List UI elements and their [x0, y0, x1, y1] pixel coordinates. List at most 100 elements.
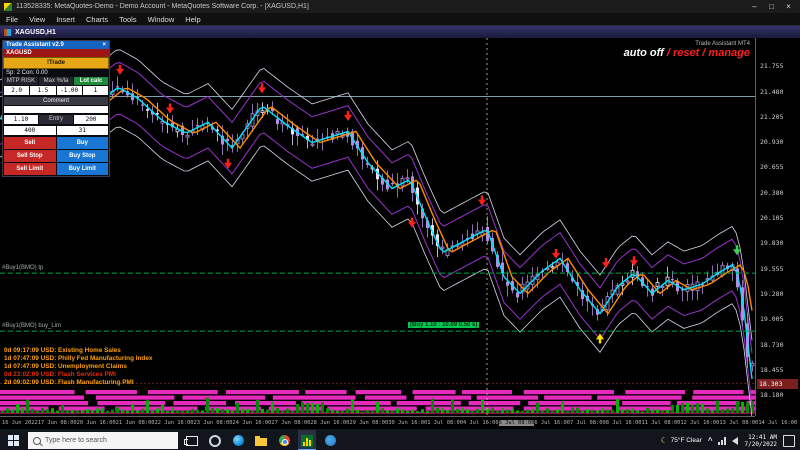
panel-close-icon[interactable]: ×: [102, 42, 106, 48]
maximize-button[interactable]: □: [764, 1, 779, 12]
menu-item-tools[interactable]: Tools: [119, 15, 137, 24]
price-scale-label: 19.005: [760, 315, 783, 323]
time-scale-label: 20 Jun 16:00: [77, 420, 116, 426]
sell-stop-button[interactable]: Sell Stop: [4, 150, 56, 162]
price-scale[interactable]: 21.75521.48021.20520.93020.65520.38020.1…: [755, 38, 800, 416]
stop-loss-field[interactable]: 1.10: [4, 115, 38, 124]
reset-manage-buttons[interactable]: / reset / manage: [664, 47, 750, 59]
menu-item-insert[interactable]: Insert: [56, 15, 75, 24]
time-scale-label: 4 Jul 16:00: [463, 420, 499, 426]
window-titlebar: 113528335: MetaQuotes-Demo - Demo Accoun…: [0, 0, 800, 13]
menu-item-window[interactable]: Window: [148, 15, 175, 24]
time-scale-label: 27 Jun 08:00: [271, 420, 310, 426]
trade-assistant-panel: Trade Assistant v2.9 × XAGUSD !Trade Sp:…: [2, 40, 110, 177]
price-scale-label: 20.380: [760, 189, 783, 197]
lot-calc-button[interactable]: Lot calc: [74, 77, 108, 85]
time-scale-label: 6 Jul 16:00: [534, 420, 570, 426]
buy-limit-button[interactable]: Buy Limit: [57, 163, 109, 175]
comment-label: Comment: [4, 97, 108, 105]
mt4-app-icon: [4, 3, 12, 11]
window-title: 113528335: MetaQuotes-Demo - Demo Accoun…: [16, 3, 743, 10]
risk-input-1[interactable]: 1.5: [30, 86, 55, 95]
time-scale-label: 1 Jul 08:00: [427, 420, 463, 426]
price-scale-label: 21.755: [760, 62, 783, 70]
price-scale-label: 19.830: [760, 239, 783, 247]
notification-center-icon[interactable]: [783, 435, 795, 447]
time-scale-label: 22 Jun 16:00: [155, 420, 194, 426]
time-scale[interactable]: 16 Jun 202217 Jun 08:0020 Jun 16:0021 Ju…: [0, 416, 755, 428]
points-input-0[interactable]: 400: [4, 126, 56, 135]
buy-stop-button[interactable]: Buy Stop: [57, 150, 109, 162]
weather-widget[interactable]: ☾ 75°F Clear: [661, 436, 702, 445]
trade-button[interactable]: !Trade: [3, 57, 109, 69]
time-scale-label: 23 Jun 08:00: [194, 420, 233, 426]
price-scale-label: 18.730: [760, 341, 783, 349]
volume-icon[interactable]: [732, 437, 738, 445]
sell-signal-arrow-icon: [478, 196, 486, 206]
take-profit-field[interactable]: 200: [74, 115, 108, 124]
menu-item-charts[interactable]: Charts: [86, 15, 108, 24]
news-event-line: 2d 09:02:09 USD: Flash Manufacturing PMI: [4, 379, 152, 387]
menu-item-file[interactable]: File: [6, 15, 18, 24]
points-input-1[interactable]: 31: [57, 126, 109, 135]
search-input[interactable]: Type here to search: [28, 432, 178, 449]
news-event-line: 1d 07:47:09 USD: Philly Fed Manufacturin…: [4, 355, 152, 363]
auto-off-button[interactable]: auto off: [624, 47, 664, 59]
comment-input[interactable]: [4, 106, 108, 113]
minimize-button[interactable]: –: [747, 1, 762, 12]
price-scale-label: 19.280: [760, 290, 783, 298]
price-scale-label: 19.555: [760, 265, 783, 273]
open-trade-label: (Buy 1.10 : 10.09 0.50 s): [408, 322, 479, 328]
task-view-icon[interactable]: [183, 430, 201, 450]
buy-button[interactable]: Buy: [57, 137, 109, 149]
tray-chevron-icon[interactable]: ^: [708, 436, 713, 445]
tray-date: 7/20/2022: [744, 441, 777, 448]
telegram-icon[interactable]: [321, 430, 339, 450]
time-scale-label: 7 Jul 08:00: [570, 420, 606, 426]
price-scale-label: 21.480: [760, 88, 783, 96]
file-explorer-icon[interactable]: [252, 430, 270, 450]
sell-signal-arrow-icon: [344, 111, 352, 121]
price-scale-label: 20.655: [760, 163, 783, 171]
order-buttons-grid: SellBuySell StopBuy StopSell LimitBuy Li…: [3, 136, 109, 176]
entry-label: Entry: [39, 115, 73, 124]
risk-input-3[interactable]: 1: [83, 86, 108, 95]
time-scale-label: 29 Jun 08:00: [349, 420, 388, 426]
risk-input-0[interactable]: 2.0: [4, 86, 29, 95]
clock-widget[interactable]: 12:41 AM 7/20/2022: [744, 434, 777, 448]
time-scale-label: 30 Jun 16:00: [388, 420, 427, 426]
sell-signal-arrow-icon: [408, 218, 416, 228]
sell-signal-arrow-icon: [166, 104, 174, 114]
panel-title: Trade Assistant v2.9: [6, 42, 64, 48]
menu-item-view[interactable]: View: [29, 15, 45, 24]
network-icon[interactable]: [718, 437, 726, 445]
news-events-list: 0d 09:17:09 USD: Existing Home Sales1d 0…: [4, 347, 152, 387]
start-button[interactable]: [3, 429, 23, 450]
chart-icon: [4, 29, 11, 36]
price-scale-label: 20.105: [760, 214, 783, 222]
sell-limit-button[interactable]: Sell Limit: [4, 163, 56, 175]
sell-signal-arrow-icon: [116, 65, 124, 75]
time-scale-label: 13 Jul 08:00: [719, 420, 758, 426]
close-button[interactable]: ×: [781, 1, 796, 12]
band-inner-upper: [0, 63, 752, 354]
edge-icon[interactable]: [229, 430, 247, 450]
time-scale-label: 24 Jun 16:00: [232, 420, 271, 426]
price-scale-label: 18.455: [760, 366, 783, 374]
search-icon: [33, 437, 41, 445]
sell-button[interactable]: Sell: [4, 137, 56, 149]
menu-item-help[interactable]: Help: [185, 15, 200, 24]
windows-taskbar: Type here to search ☾ 75°F Clear ^ 12:41…: [0, 428, 800, 450]
tray-time: 12:41 AM: [744, 434, 777, 441]
chrome-icon[interactable]: [275, 430, 293, 450]
risk-input-2[interactable]: -1.00: [57, 86, 82, 95]
news-event-line: 0d 09:17:09 USD: Existing Home Sales: [4, 347, 152, 355]
sell-signal-arrow-icon: [258, 83, 266, 93]
weather-text: 75°F Clear: [671, 437, 702, 444]
time-scale-label: 14 Jul 16:00: [758, 420, 797, 426]
cortana-icon[interactable]: [206, 430, 224, 450]
buy-limit-line-label: #Buy1(BMO) buy_Lim: [2, 323, 61, 329]
chart-window-titlebar[interactable]: XAGUSD,H1: [0, 26, 800, 38]
panel-symbol-select[interactable]: XAGUSD: [3, 49, 109, 57]
mt4-taskbar-icon[interactable]: [298, 430, 316, 450]
